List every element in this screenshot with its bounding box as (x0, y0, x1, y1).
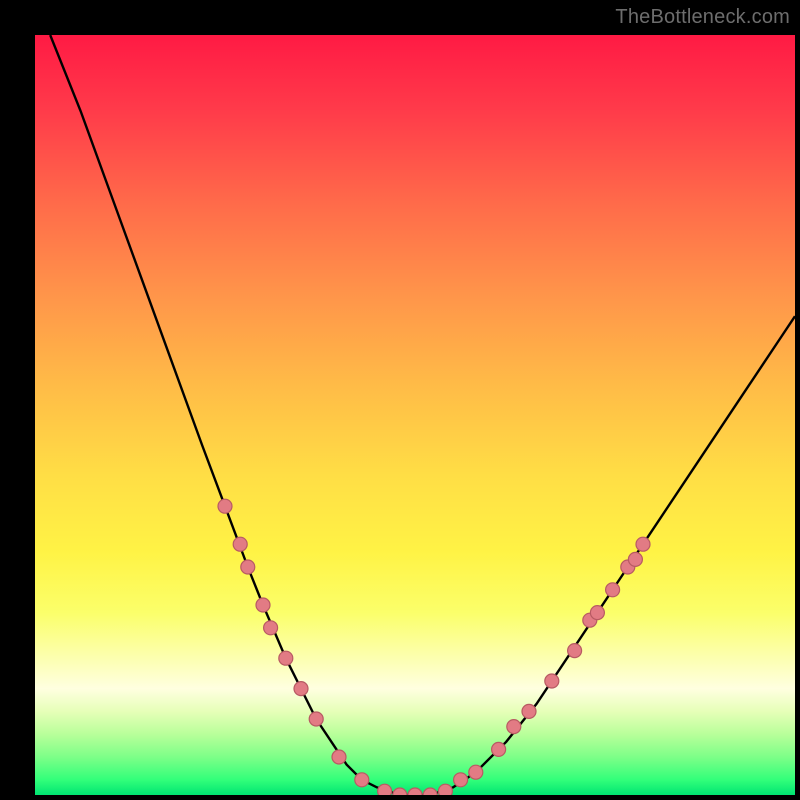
curve-marker (233, 537, 247, 551)
curve-marker (522, 704, 536, 718)
curve-marker (507, 720, 521, 734)
watermark-text: TheBottleneck.com (615, 6, 790, 29)
chart-plot-area (35, 35, 795, 795)
curve-marker (332, 750, 346, 764)
marker-group (218, 499, 650, 795)
bottleneck-curve-svg (35, 35, 795, 795)
curve-marker (492, 742, 506, 756)
curve-marker (568, 644, 582, 658)
curve-marker (606, 583, 620, 597)
curve-marker (279, 651, 293, 665)
curve-marker (438, 784, 452, 795)
curve-marker (264, 621, 278, 635)
curve-marker (309, 712, 323, 726)
curve-marker (256, 598, 270, 612)
curve-marker (636, 537, 650, 551)
curve-marker (241, 560, 255, 574)
curve-marker (393, 788, 407, 795)
curve-marker (294, 682, 308, 696)
curve-marker (545, 674, 559, 688)
curve-marker (469, 765, 483, 779)
curve-marker (590, 606, 604, 620)
curve-marker (218, 499, 232, 513)
curve-marker (355, 773, 369, 787)
bottleneck-curve-path (50, 35, 795, 795)
curve-marker (454, 773, 468, 787)
curve-marker (628, 552, 642, 566)
curve-marker (423, 788, 437, 795)
curve-marker (408, 788, 422, 795)
curve-marker (378, 784, 392, 795)
